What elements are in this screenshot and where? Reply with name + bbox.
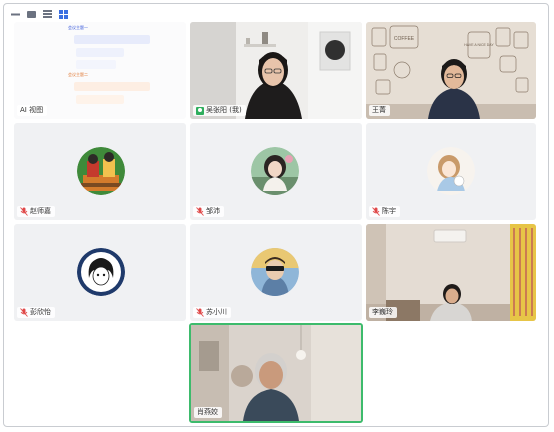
participant-name: 赵师嘉 xyxy=(30,207,51,215)
participant-name: 肖燕姣 xyxy=(197,408,218,416)
participant-avatar xyxy=(77,147,125,195)
participant-name: 吴张阳 (我) xyxy=(206,106,242,114)
tile-label: 李巍玲 xyxy=(369,307,397,318)
mic-muted-icon xyxy=(20,207,28,216)
speaker-view-button[interactable] xyxy=(26,10,36,19)
tile-label: 肖燕姣 xyxy=(194,407,222,418)
coffee-sign-text: COFFEE xyxy=(394,36,415,42)
participant-name: 王菁 xyxy=(372,106,386,114)
participant-name: 彭欣怡 xyxy=(30,308,51,316)
video-tile[interactable]: 吴张阳 (我) xyxy=(190,22,362,119)
view-toolbar xyxy=(10,9,68,19)
grid-view-button[interactable] xyxy=(58,9,68,19)
participant-avatar xyxy=(77,248,125,296)
whiteboard-block xyxy=(76,48,124,57)
mic-muted-icon xyxy=(196,207,204,216)
participant-name: 苏小川 xyxy=(206,308,227,316)
whiteboard-section-title: 会议主题一 xyxy=(68,25,88,30)
tile-label: 王菁 xyxy=(369,105,390,116)
tile-label: 苏小川 xyxy=(193,307,231,318)
tile-label: AI 视图 xyxy=(17,105,48,116)
mic-muted-icon xyxy=(196,308,204,317)
tile-label: 邹沛 xyxy=(193,206,224,217)
list-view-icon xyxy=(42,10,52,18)
avatar-tile[interactable]: 邹沛 xyxy=(190,123,362,220)
minus-icon xyxy=(10,13,20,15)
participant-name: 邹沛 xyxy=(206,207,220,215)
whiteboard-block xyxy=(74,35,150,44)
speaker-view-icon xyxy=(26,10,36,18)
participant-name: AI 视图 xyxy=(20,106,44,114)
avatar-tile[interactable]: 陈宇 xyxy=(366,123,536,220)
tile-label: 陈宇 xyxy=(369,206,400,217)
wall-sign-text: HAVE A NICE DAY xyxy=(464,43,494,47)
grid-view-icon xyxy=(58,9,68,19)
participant-name: 陈宇 xyxy=(382,207,396,215)
avatar-tile[interactable]: 彭欣怡 xyxy=(14,224,186,321)
whiteboard-section-title: 会议主题二 xyxy=(68,72,88,77)
minimize-view-button[interactable] xyxy=(10,10,20,19)
participant-name: 李巍玲 xyxy=(372,308,393,316)
participant-avatar xyxy=(251,248,299,296)
whiteboard-block xyxy=(74,82,150,91)
participant-avatar xyxy=(251,147,299,195)
whiteboard-block xyxy=(76,60,116,69)
whiteboard-block xyxy=(76,95,124,104)
list-view-button[interactable] xyxy=(42,10,52,19)
video-tile-active-speaker[interactable]: 肖燕姣 xyxy=(189,323,363,423)
participant-avatar xyxy=(427,147,475,195)
participant-video: COFFEE HAVE A NICE DAY xyxy=(366,22,536,119)
tile-label: 彭欣怡 xyxy=(17,307,55,318)
mic-muted-icon xyxy=(20,308,28,317)
tile-label: 吴张阳 (我) xyxy=(193,105,246,116)
mic-muted-icon xyxy=(372,207,380,216)
avatar-tile[interactable]: 苏小川 xyxy=(190,224,362,321)
avatar-tile[interactable]: 赵师嘉 xyxy=(14,123,186,220)
video-tile[interactable]: 李巍玲 xyxy=(366,224,536,321)
mic-on-icon xyxy=(196,106,204,115)
tile-label: 赵师嘉 xyxy=(17,206,55,217)
video-tile[interactable]: COFFEE HAVE A NICE DAY 王菁 xyxy=(366,22,536,119)
whiteboard-tile[interactable]: 会议主题一 会议主题二 AI 视图 xyxy=(14,22,186,119)
